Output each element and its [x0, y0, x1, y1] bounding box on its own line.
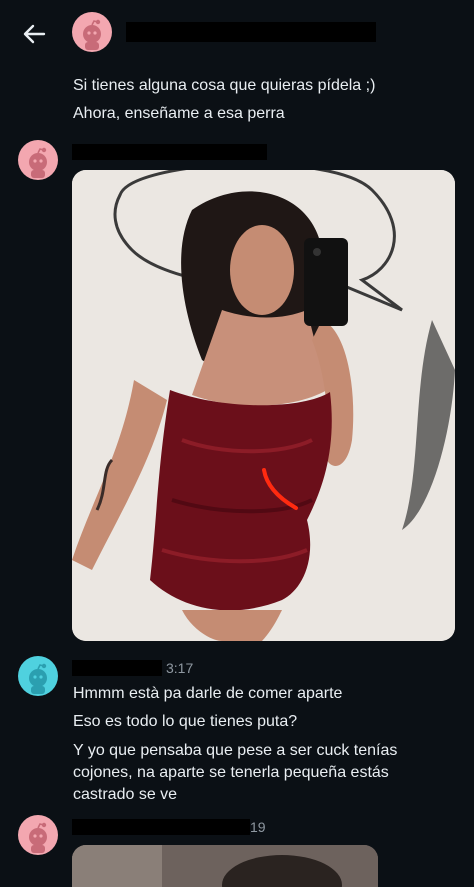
avatar[interactable] [18, 656, 58, 696]
message-text: Si tienes alguna cosa que quieras pídela… [73, 77, 376, 94]
redacted-username [72, 144, 267, 160]
redacted-username [72, 660, 162, 676]
arrow-left-icon[interactable] [18, 18, 50, 50]
shared-photo[interactable]: ¡! [72, 170, 455, 641]
avatar[interactable] [18, 140, 58, 180]
chat-title: Sil [126, 22, 376, 42]
avatar[interactable] [72, 12, 112, 52]
redacted-username [72, 819, 250, 835]
chat-header: Sil [0, 0, 474, 66]
snoo-icon [83, 19, 101, 50]
shared-photo[interactable] [72, 845, 378, 887]
message-time: 19 [250, 819, 266, 835]
snoo-icon [29, 147, 47, 178]
message-text: Hmmm està pa darle de comer aparte [73, 685, 343, 702]
snoo-icon [29, 663, 47, 694]
message-text: Ahora, enseñame a esa perra [73, 105, 285, 122]
message-time: 3:17 [166, 660, 194, 676]
message-text: Eso es todo lo que tienes puta? [73, 713, 298, 730]
chat-screen: Sil Si tienes alguna cosa que quieras pí… [0, 0, 474, 887]
avatar[interactable] [18, 815, 58, 855]
message-text: Y yo que pensaba que pese a ser cuck ten… [73, 742, 398, 803]
photo-illustration [72, 845, 378, 887]
photo-illustration: ¡! [72, 170, 455, 641]
snoo-icon [29, 822, 47, 853]
